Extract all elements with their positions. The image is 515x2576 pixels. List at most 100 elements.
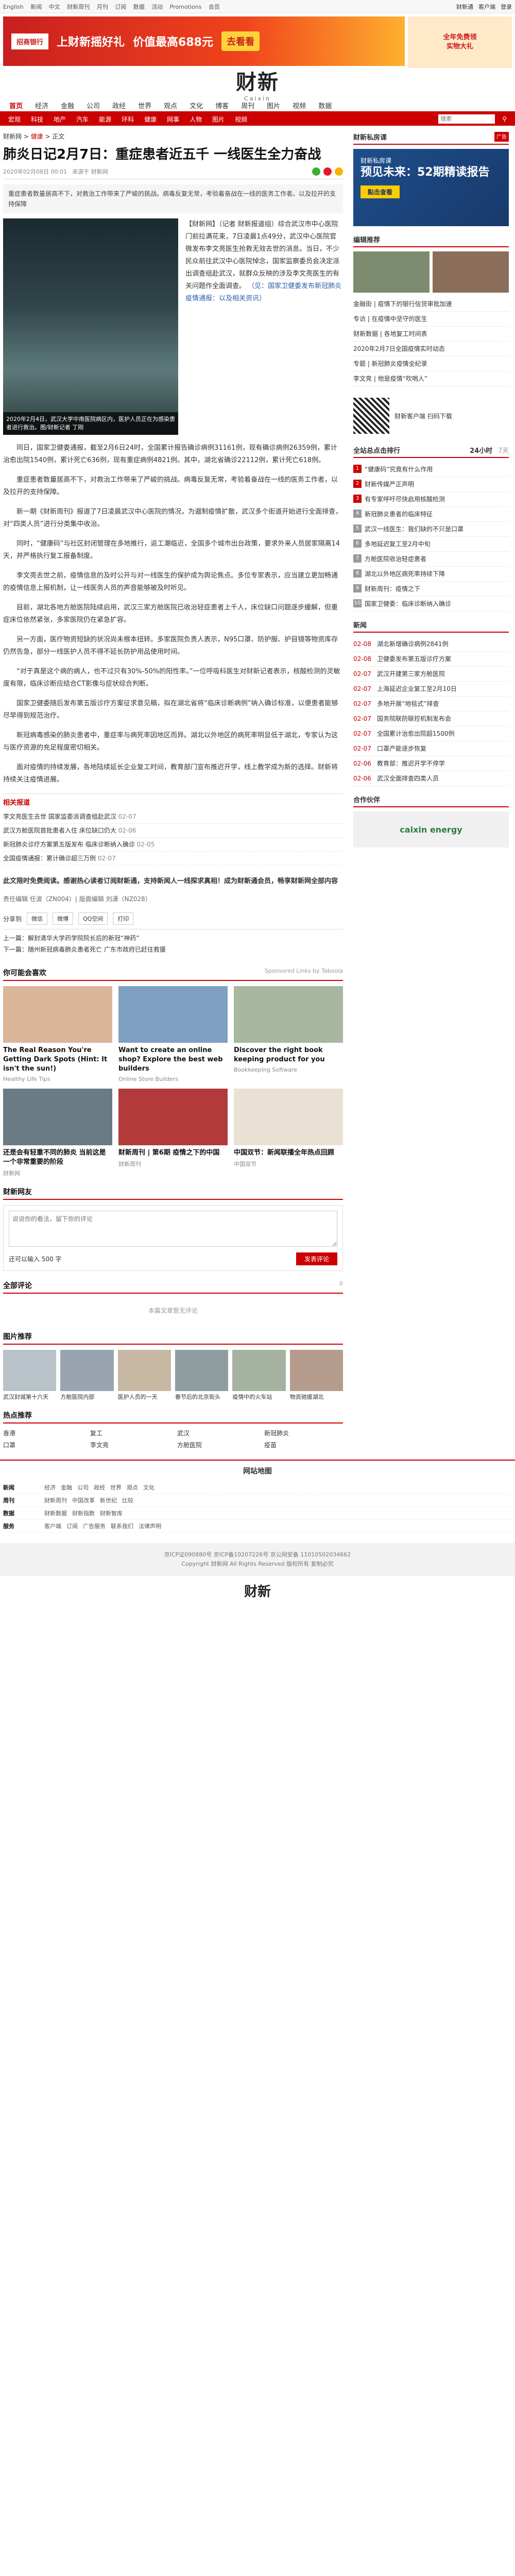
nav-item[interactable]: 金融 <box>55 100 80 110</box>
editor-item[interactable]: 财新数据 | 各地复工时间表 <box>353 327 509 342</box>
site-map-link[interactable]: 订阅 <box>66 1522 78 1530</box>
nav-item[interactable]: 世界 <box>132 100 158 110</box>
share-weibo-button[interactable]: 微博 <box>53 912 74 925</box>
pic-item[interactable]: 武汉封城第十六天 <box>3 1350 57 1401</box>
recommend-card[interactable]: Discover the right book keeping product … <box>234 986 343 1082</box>
rank-item[interactable]: 8 湖北以外地区病死率持续下降 <box>353 567 509 582</box>
nav-item[interactable]: 政经 <box>106 100 132 110</box>
editor-item[interactable]: 专访 | 在疫情中坚守的医生 <box>353 312 509 327</box>
recommend-card[interactable]: 中国双节：新闻联播全年热点回顾 中国双节 <box>234 1089 343 1177</box>
rank-item[interactable]: 7 方舱医院收治轻症患者 <box>353 552 509 567</box>
breadcrumb-home[interactable]: 财新网 > <box>3 133 31 140</box>
rank-item[interactable]: 1 “健康码”究竟有什么作用 <box>353 462 509 477</box>
rank-item[interactable]: 9 财新周刊：疫情之下 <box>353 582 509 597</box>
pic-item[interactable]: 医护人员的一天 <box>117 1350 171 1401</box>
news-item[interactable]: 02-07 国务院联防联控机制发布会 <box>353 711 509 726</box>
site-map-link[interactable]: 政经 <box>94 1483 105 1492</box>
top-link[interactable]: 财新周刊 <box>67 4 90 10</box>
next-article-link[interactable]: 下一篇：随州新冠病毒肺炎患者死亡 广东市政府已赶往救援 <box>3 944 343 955</box>
search-input[interactable] <box>438 114 495 124</box>
site-map-link[interactable]: 观点 <box>127 1483 138 1492</box>
hot-item[interactable]: 口罩 <box>3 1440 82 1449</box>
hot-item[interactable]: 复工 <box>90 1429 169 1437</box>
news-item[interactable]: 02-07 多地开展“地毯式”排查 <box>353 697 509 711</box>
subnav-item[interactable]: 科技 <box>26 115 48 124</box>
sponsor-label[interactable]: Sponsored Links by Taboola <box>265 968 343 978</box>
qzone-icon[interactable] <box>335 167 343 176</box>
nav-item[interactable]: 公司 <box>80 100 106 110</box>
hot-item[interactable]: 武汉 <box>177 1429 256 1437</box>
recommend-card[interactable]: 还是会有轻重不同的肺炎 当前这是一个非常重要的阶段 财新网 <box>3 1089 112 1177</box>
site-map-link[interactable]: 联系我们 <box>111 1522 133 1530</box>
hot-item[interactable]: 疫苗 <box>264 1440 343 1449</box>
site-map-link[interactable]: 广告服务 <box>83 1522 106 1530</box>
news-item[interactable]: 02-07 上海延迟企业复工至2月10日 <box>353 682 509 697</box>
wechat-icon[interactable] <box>312 167 320 176</box>
caixin-pass-link[interactable]: 财新通 <box>456 3 473 11</box>
top-link[interactable]: 月刊 <box>97 4 108 10</box>
top-link[interactable]: Promotions <box>170 4 202 10</box>
related-link[interactable]: 全国疫情通报：累计确诊超三万例 <box>3 855 96 862</box>
site-map-link[interactable]: 财新指数 <box>72 1509 95 1517</box>
search-icon[interactable]: ⚲ <box>497 115 512 123</box>
news-item[interactable]: 02-08 湖北新增确诊病例2841例 <box>353 637 509 652</box>
subnav-item[interactable]: 视频 <box>230 115 252 124</box>
rank-item[interactable]: 3 有专家呼吁尽快启用核酸检测 <box>353 492 509 507</box>
nav-item[interactable]: 周刊 <box>235 100 261 110</box>
subnav-item[interactable]: 网事 <box>162 115 184 124</box>
site-map-link[interactable]: 文化 <box>143 1483 154 1492</box>
site-map-link[interactable]: 金融 <box>61 1483 72 1492</box>
nav-item[interactable]: 视频 <box>286 100 312 110</box>
subnav-item[interactable]: 能源 <box>94 115 116 124</box>
rank-item[interactable]: 5 武汉一线医生：我们缺的不只是口罩 <box>353 522 509 537</box>
post-comment-button[interactable]: 发表评论 <box>296 1252 337 1265</box>
nav-item[interactable]: 数据 <box>312 100 338 110</box>
related-item[interactable]: 全国疫情通报：累计确诊超三万例 02-07 <box>3 852 343 866</box>
top-link[interactable]: 新闻 <box>30 4 42 10</box>
login-link[interactable]: 登录 <box>501 3 512 11</box>
pic-item[interactable]: 春节后的北京街头 <box>175 1350 229 1401</box>
related-link[interactable]: 新冠肺炎诊疗方案第五版发布 临床诊断纳入确诊 <box>3 841 135 848</box>
hot-item[interactable]: 香港 <box>3 1429 82 1437</box>
top-link[interactable]: 会员 <box>209 4 220 10</box>
hot-item[interactable]: 方舱医院 <box>177 1440 256 1449</box>
top-link[interactable]: 订阅 <box>115 4 126 10</box>
pic-item[interactable]: 方舱医院内部 <box>60 1350 114 1401</box>
subnav-item[interactable]: 健康 <box>139 115 162 124</box>
news-item[interactable]: 02-07 全国累计治愈出院超1500例 <box>353 726 509 741</box>
site-map-link[interactable]: 财新周刊 <box>44 1496 67 1504</box>
site-map-link[interactable]: 财新数据 <box>44 1509 67 1517</box>
subnav-item[interactable]: 人物 <box>184 115 207 124</box>
app-link[interactable]: 客户端 <box>478 3 495 11</box>
site-map-link[interactable]: 新世纪 <box>100 1496 117 1504</box>
editor-thumb[interactable] <box>353 251 430 293</box>
site-map-link[interactable]: 财新智库 <box>100 1509 123 1517</box>
subnav-item[interactable]: 图片 <box>207 115 230 124</box>
editor-item[interactable]: 2020年2月7日全国疫情实时动态 <box>353 342 509 357</box>
side-ad[interactable]: 财新私房课 预见未来：52期精读报告 點击查看 <box>353 149 509 226</box>
site-logo[interactable]: 财新 Caixin <box>236 65 279 102</box>
related-item[interactable]: 新冠肺炎诊疗方案第五版发布 临床诊断纳入确诊 02-05 <box>3 838 343 852</box>
weibo-icon[interactable] <box>323 167 332 176</box>
ad-cta-button[interactable]: 去看看 <box>221 31 260 51</box>
editor-thumb[interactable] <box>433 251 509 293</box>
top-link[interactable]: 中文 <box>49 4 60 10</box>
rank-tab-24h[interactable]: 24小时 <box>470 447 492 455</box>
nav-item-home[interactable]: 首页 <box>3 100 29 110</box>
subnav-item[interactable]: 环科 <box>116 115 139 124</box>
subnav-item[interactable]: 宏观 <box>3 115 26 124</box>
rank-item[interactable]: 10 国家卫健委：临床诊断纳入确诊 <box>353 597 509 612</box>
editor-item[interactable]: 金融街 | 疫情下的银行信贷审批加速 <box>353 297 509 312</box>
site-map-link[interactable]: 世界 <box>110 1483 122 1492</box>
pic-item[interactable]: 物资驰援湖北 <box>289 1350 343 1401</box>
pic-item[interactable]: 疫情中的火车站 <box>232 1350 286 1401</box>
related-link[interactable]: 武汉方舱医院首批患者入住 床位缺口仍大 <box>3 827 116 834</box>
sponsor-logo[interactable]: caixin energy <box>353 811 509 848</box>
related-item[interactable]: 武汉方舱医院首批患者入住 床位缺口仍大 02-06 <box>3 824 343 838</box>
share-qzone-button[interactable]: QQ空间 <box>78 912 108 925</box>
site-map-link[interactable]: 经济 <box>44 1483 56 1492</box>
news-item[interactable]: 02-08 卫健委发布第五版诊疗方案 <box>353 652 509 667</box>
site-map-link[interactable]: 比较 <box>122 1496 133 1504</box>
news-item[interactable]: 02-07 武汉开建第三家方舱医院 <box>353 667 509 682</box>
site-map-link[interactable]: 客户端 <box>44 1522 61 1530</box>
